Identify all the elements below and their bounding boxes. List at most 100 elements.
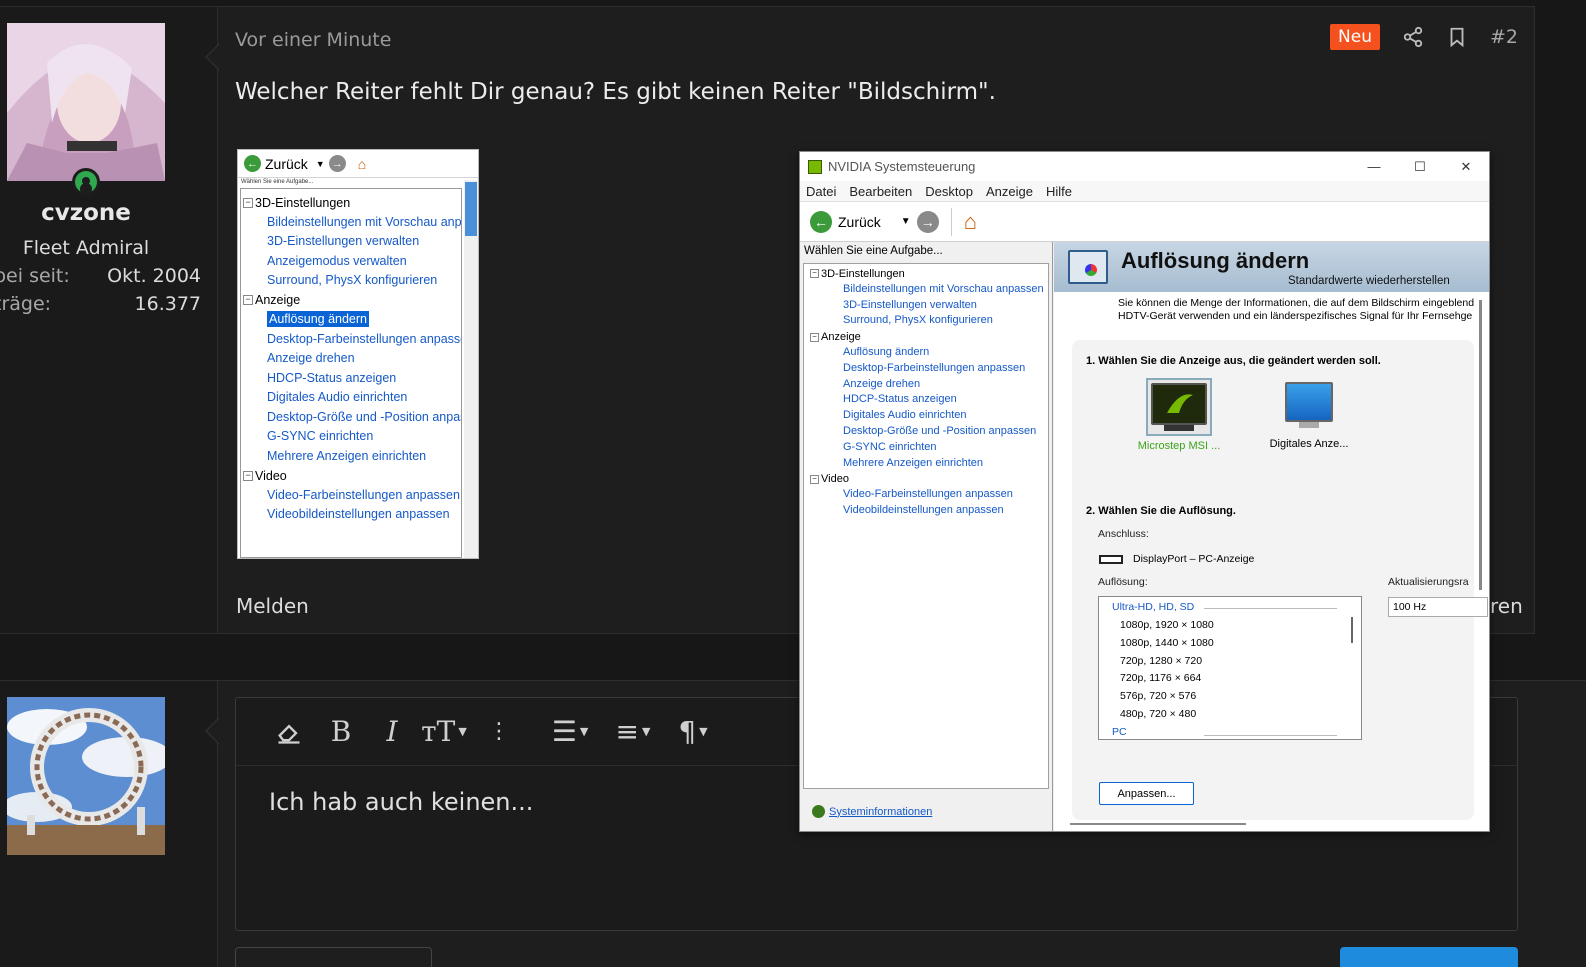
tree-item[interactable]: Auflösung ändern <box>810 345 1048 361</box>
tree-item[interactable]: Digitales Audio einrichten <box>810 408 1048 424</box>
resolution-label: Auflösung: <box>1098 576 1148 588</box>
connection-label: Anschluss: <box>1098 528 1149 540</box>
collapse-icon[interactable]: − <box>810 332 819 342</box>
toolbar-divider <box>950 207 952 236</box>
tree-item[interactable]: Desktop-Größe und -Position anpassen <box>810 424 1048 440</box>
tree-item: HDCP-Status anzeigen <box>267 370 397 385</box>
resolution-option[interactable]: 720p, 1176 × 664 <box>1099 670 1361 688</box>
system-info-label: Systeminformationen <box>829 805 933 818</box>
text-size-icon[interactable]: тT ▼ <box>414 712 474 752</box>
avatar[interactable] <box>7 23 165 181</box>
step-1-heading: 1. Wählen Sie die Anzeige aus, die geänd… <box>1086 355 1381 367</box>
maximize-icon[interactable]: ☐ <box>1397 152 1443 181</box>
my-avatar[interactable] <box>7 697 165 855</box>
restore-defaults-link[interactable]: Standardwerte wiederherstellen <box>1288 275 1450 287</box>
tree-item[interactable]: Video-Farbeinstellungen anpassen <box>810 487 1048 503</box>
report-link[interactable]: Melden <box>236 594 309 618</box>
stat-value: 16.377 <box>134 293 201 315</box>
reply-link-partial[interactable]: ren <box>1490 594 1523 618</box>
share-icon[interactable] <box>1402 26 1424 48</box>
resolution-option[interactable]: 1080p, 1920 × 1080 <box>1099 617 1361 635</box>
tree-item[interactable]: Videobildeinstellungen anpassen <box>810 503 1048 519</box>
menu-item[interactable]: Desktop <box>925 184 973 199</box>
post-number[interactable]: #2 <box>1490 26 1518 48</box>
horizontal-scrollbar[interactable] <box>1070 823 1246 825</box>
scrollbar-thumb <box>465 182 477 236</box>
customize-button[interactable]: Anpassen... <box>1099 782 1194 805</box>
bold-icon[interactable]: B <box>312 712 370 752</box>
monitor-digital[interactable]: Digitales Anze... <box>1254 382 1364 450</box>
bookmark-icon[interactable] <box>1446 26 1468 48</box>
monitor-msi[interactable]: Microstep MSI ... <box>1124 378 1234 452</box>
paragraph-icon[interactable]: ¶ ▼ <box>664 712 722 752</box>
username[interactable]: cvzone <box>0 200 172 226</box>
tree-category: − Video <box>243 466 461 486</box>
refresh-rate-select[interactable]: 100 Hz <box>1388 597 1488 617</box>
forward-arrow-icon[interactable]: → <box>916 210 939 233</box>
resolution-group: Ultra-HD, HD, SD <box>1099 597 1361 617</box>
tree-item[interactable]: Desktop-Farbeinstellungen anpassen <box>810 361 1048 377</box>
user-title: Fleet Admiral <box>22 237 150 259</box>
tree-category: − Anzeige <box>243 291 461 311</box>
tree-item: Anzeige drehen <box>267 351 355 365</box>
resolution-option[interactable]: 480p, 720 × 480 <box>1099 706 1361 724</box>
tree-item: Bildeinstellungen mit Vorschau anpa <box>267 214 462 229</box>
attached-screenshot-small[interactable]: ← Zurück ▼ → ⌂ Wählen Sie eine Aufgabe..… <box>237 149 479 559</box>
stat-joined: bei seit: Okt. 2004 <box>0 265 201 287</box>
user-column: cvzone Fleet Admiral bei seit: Okt. 2004… <box>0 7 218 633</box>
secondary-button[interactable] <box>235 947 432 967</box>
editor-text[interactable]: Ich hab auch keinen... <box>269 788 533 816</box>
resolution-list[interactable]: Ultra-HD, HD, SD 1080p, 1920 × 1080 1080… <box>1098 596 1362 740</box>
menu-item[interactable]: Hilfe <box>1046 184 1072 199</box>
minimize-icon[interactable]: — <box>1351 152 1397 181</box>
collapse-icon[interactable]: − <box>810 474 819 484</box>
monitor-stand <box>1299 422 1319 428</box>
tree-category[interactable]: − Video <box>810 471 1048 487</box>
collapse-icon[interactable]: − <box>810 269 819 279</box>
tree-item: Desktop-Farbeinstellungen anpassen <box>267 331 462 346</box>
page-description: Sie können die Menge der Informationen, … <box>1054 292 1489 330</box>
more-options-icon[interactable]: ⋮ <box>474 712 524 752</box>
menu-item[interactable]: Datei <box>806 184 836 199</box>
submit-button[interactable] <box>1340 947 1518 967</box>
content-pane: Auflösung ändern Standardwerte wiederher… <box>1054 242 1489 831</box>
nvidia-control-panel-window[interactable]: NVIDIA Systemsteuerung — ☐ ✕ Datei Bearb… <box>799 151 1490 832</box>
back-arrow-icon[interactable]: ← <box>810 210 832 233</box>
back-label[interactable]: Zurück <box>838 214 881 230</box>
eraser-icon[interactable] <box>266 712 312 752</box>
resolution-option[interactable]: 720p, 1280 × 720 <box>1099 653 1361 671</box>
tree-item[interactable]: 3D-Einstellungen verwalten <box>810 298 1048 314</box>
back-label: Zurück <box>265 155 308 172</box>
tree-item[interactable]: Bildeinstellungen mit Vorschau anpassen <box>810 282 1048 298</box>
post-time[interactable]: Vor einer Minute <box>235 29 391 51</box>
resolution-option[interactable]: 576p, 720 × 576 <box>1099 688 1361 706</box>
tree-item[interactable]: Anzeige drehen <box>810 377 1048 393</box>
tree-category: −3D-Einstellungen <box>243 193 461 213</box>
list-scrollbar[interactable] <box>1351 617 1353 643</box>
tree-item[interactable]: G-SYNC einrichten <box>810 440 1048 456</box>
italic-icon[interactable]: I <box>370 712 414 752</box>
info-icon <box>812 805 825 818</box>
scrollbar <box>464 180 478 558</box>
tree-category[interactable]: −3D-Einstellungen <box>810 266 1048 282</box>
vertical-scrollbar[interactable] <box>1479 300 1482 590</box>
home-icon: ⌂ <box>357 155 367 172</box>
align-icon[interactable]: ≡ ▼ <box>602 712 664 752</box>
menu-item[interactable]: Anzeige <box>986 184 1033 199</box>
tree-item[interactable]: HDCP-Status anzeigen <box>810 392 1048 408</box>
home-icon[interactable]: ⌂ <box>964 209 977 235</box>
tree-item[interactable]: Mehrere Anzeigen einrichten <box>810 456 1048 472</box>
tree-category-label: Video <box>821 473 849 486</box>
system-info-link[interactable]: Systeminformationen <box>812 805 932 818</box>
tree-item[interactable]: Surround, PhysX konfigurieren <box>810 313 1048 329</box>
dropdown-arrow-icon[interactable]: ▼ <box>901 216 911 227</box>
tree-category-label: Anzeige <box>821 331 861 344</box>
menu-item[interactable]: Bearbeiten <box>849 184 912 199</box>
window-titlebar[interactable]: NVIDIA Systemsteuerung — ☐ ✕ <box>800 152 1489 181</box>
tree-category[interactable]: − Anzeige <box>810 329 1048 345</box>
resolution-option[interactable]: 1080p, 1440 × 1080 <box>1099 635 1361 653</box>
list-icon[interactable]: ☰ ▼ <box>538 712 602 752</box>
back-arrow-icon: ← <box>244 155 261 172</box>
tree-category-label: 3D-Einstellungen <box>821 267 905 280</box>
close-icon[interactable]: ✕ <box>1443 152 1489 181</box>
